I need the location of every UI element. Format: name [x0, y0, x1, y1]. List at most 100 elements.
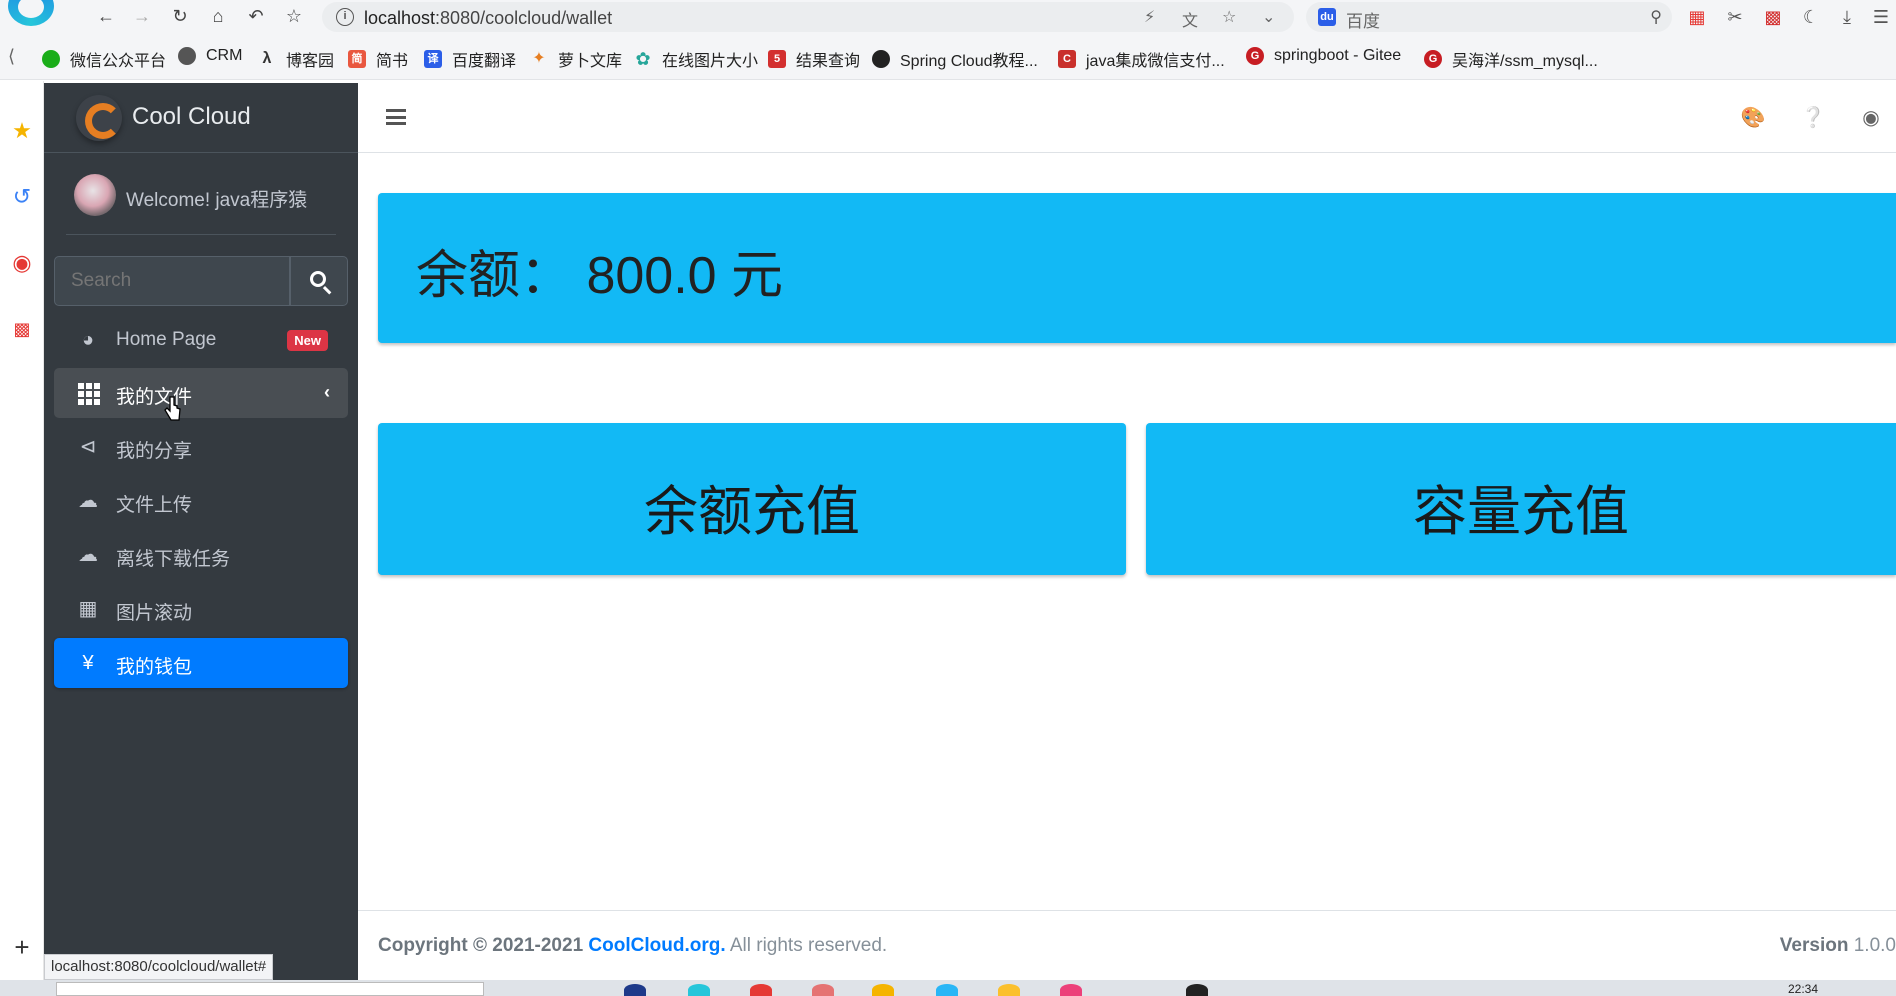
recharge-capacity-button[interactable]: 容量充值	[1146, 423, 1896, 575]
app-sidebar: Cool Cloud Welcome! java程序猿 ◕ Home Page …	[44, 83, 358, 996]
grid-icon	[78, 383, 100, 405]
taskbar-app-icon[interactable]	[750, 984, 772, 996]
sidebar-item-my-files[interactable]: 我的文件 ‹	[54, 368, 348, 418]
user-welcome[interactable]: Welcome! java程序猿	[126, 185, 307, 212]
cloud-download-icon: ☁	[78, 544, 98, 566]
gitee-icon: G	[1424, 50, 1442, 68]
weibo-icon[interactable]: ◉	[8, 249, 36, 277]
browser-search-placeholder: 百度	[1346, 12, 1380, 31]
address-url[interactable]: localhost:8080/coolcloud/wallet	[364, 8, 612, 29]
reload-icon[interactable]: ↻	[168, 4, 192, 28]
taskbar-search-field[interactable]	[56, 982, 484, 996]
baidu-icon[interactable]: du	[1318, 8, 1336, 26]
bookmark-item[interactable]: CRM	[178, 47, 242, 65]
gitee-icon: G	[1246, 47, 1264, 65]
sidebar-item-my-wallet[interactable]: ¥ 我的钱包	[54, 638, 348, 688]
undo-icon[interactable]: ↶	[244, 4, 268, 28]
scissors-icon[interactable]: ✂	[1724, 6, 1746, 28]
night-mode-icon[interactable]: ☾	[1800, 6, 1822, 28]
taskbar-app-icon[interactable]	[872, 984, 894, 996]
home-icon[interactable]: ⌂	[206, 4, 230, 28]
site-info-icon[interactable]: i	[336, 8, 354, 26]
sidebar-item-offline-download[interactable]: ☁ 离线下载任务	[54, 530, 348, 580]
browser-search-box[interactable]: du 百度 ⚲	[1306, 2, 1672, 32]
address-bar[interactable]: i localhost:8080/coolcloud/wallet ⚡ 文 ☆ …	[322, 2, 1294, 32]
sidebar-item-home-page[interactable]: ◕ Home Page New	[54, 315, 348, 365]
baidu-translate-icon: 译	[424, 50, 442, 68]
search-icon	[310, 271, 326, 287]
lightning-icon[interactable]: ⚡	[1144, 7, 1155, 27]
sidebar-search-input[interactable]	[54, 256, 290, 306]
hamburger-menu-icon[interactable]	[386, 109, 406, 125]
cnblogs-icon: λ	[262, 50, 272, 67]
sidebar-search-button[interactable]	[290, 256, 348, 306]
taskbar-app-icon[interactable]	[998, 984, 1020, 996]
palette-icon[interactable]: 🎨	[1740, 105, 1766, 131]
github-icon	[872, 50, 890, 68]
taskbar-app-icon[interactable]	[688, 984, 710, 996]
history-icon[interactable]: ↺	[8, 183, 36, 211]
recharge-balance-button[interactable]: 余额充值	[378, 423, 1126, 575]
user-circle-icon[interactable]: ◉	[1858, 105, 1884, 131]
bookmark-item[interactable]: ✦ 萝卜文库	[530, 47, 622, 71]
globe-icon	[178, 47, 196, 65]
bookmark-item[interactable]: 微信公众平台	[42, 47, 166, 71]
menu-icon[interactable]: ☰	[1870, 6, 1892, 28]
search-icon[interactable]: ⚲	[1650, 7, 1662, 27]
bookmark-item[interactable]: 译百度翻译	[424, 47, 516, 71]
browser-logo-icon	[8, 0, 54, 26]
bookmark-item[interactable]: Spring Cloud教程...	[872, 47, 1038, 71]
jianshu-icon: 简	[348, 50, 366, 68]
balance-card: 余额： 800.0 元	[378, 193, 1896, 343]
bookmark-star-icon[interactable]: ☆	[1222, 7, 1236, 27]
help-icon[interactable]: ❔	[1800, 105, 1826, 131]
bookmark-item[interactable]: ✿ 在线图片大小	[634, 47, 758, 71]
favorite-star-icon[interactable]: ☆	[282, 4, 306, 28]
back-icon[interactable]: ←	[94, 4, 118, 28]
sidebar-item-my-shares[interactable]: ⊲ 我的分享	[54, 422, 348, 472]
browser-toolbar: ← → ↻ ⌂ ↶ ☆ i localhost:8080/coolcloud/w…	[0, 0, 1896, 34]
download-icon[interactable]: ⤓	[1836, 6, 1858, 28]
carrot-icon: ✦	[532, 50, 546, 67]
bookmark-item[interactable]: 5 结果查询	[768, 47, 860, 71]
pdf-icon[interactable]: ▩	[1762, 6, 1784, 28]
taskbar-app-icon[interactable]	[812, 984, 834, 996]
pdf-reader-icon[interactable]: ▩	[8, 315, 36, 343]
bookmark-item[interactable]: G 吴海洋/ssm_mysql...	[1424, 47, 1598, 71]
favorites-star-icon[interactable]: ★	[8, 117, 36, 145]
sidebar-item-image-scroll[interactable]: ▦ 图片滚动	[54, 584, 348, 634]
top-navbar: 🎨 ❔ ◉	[358, 83, 1896, 153]
taskbar-app-icon[interactable]	[936, 984, 958, 996]
add-icon[interactable]: +	[8, 933, 36, 961]
taskbar-app-icon[interactable]	[624, 984, 646, 996]
copyright: Copyright © 2021-2021 CoolCloud.org. All…	[378, 935, 888, 956]
version-info: Version 1.0.0	[1779, 935, 1896, 956]
coolcloud-link[interactable]: CoolCloud.org.	[588, 935, 725, 956]
taskbar-app-icon[interactable]	[1186, 984, 1208, 996]
yen-icon: ¥	[82, 652, 94, 674]
forward-icon[interactable]: →	[130, 4, 154, 28]
bookmark-item[interactable]: Gspringboot - Gitee	[1246, 47, 1401, 65]
sidebar-item-file-upload[interactable]: ☁ 文件上传	[54, 476, 348, 526]
balance-amount: 余额： 800.0 元	[416, 247, 784, 305]
taskbar-clock: 22:34	[1787, 982, 1818, 996]
bookmark-item[interactable]: Cjava集成微信支付...	[1058, 47, 1225, 71]
wechat-icon	[42, 50, 60, 68]
five-icon: 5	[768, 50, 786, 68]
wallet-content: 余额： 800.0 元 余额充值 容量充值	[358, 153, 1896, 910]
taskbar-app-icon[interactable]	[1060, 984, 1082, 996]
translate-icon[interactable]: 文	[1182, 7, 1198, 31]
avatar[interactable]	[74, 174, 116, 216]
apps-icon[interactable]: ▦	[1686, 6, 1708, 28]
bookmarks-bar: ⟨ 微信公众平台 CRM λ 博客园 简简书 译百度翻译 ✦ 萝卜文库 ✿ 在线图片大…	[0, 34, 1896, 80]
bookmark-item[interactable]: λ 博客园	[258, 47, 334, 71]
chevron-down-icon[interactable]: ⌄	[1262, 7, 1275, 27]
dashboard-icon: ◕	[81, 329, 95, 351]
bookmark-item[interactable]: 简简书	[348, 47, 408, 71]
brand-link[interactable]: Cool Cloud	[44, 83, 358, 153]
browser-side-rail: ★ ↺ ◉ ▩ +	[0, 81, 44, 996]
coolcloud-logo-icon	[76, 95, 122, 141]
status-bar-url: localhost:8080/coolcloud/wallet#	[44, 954, 274, 980]
image-icon: ▦	[78, 598, 98, 620]
sidebar-toggle-icon[interactable]: ⟨	[8, 46, 15, 67]
